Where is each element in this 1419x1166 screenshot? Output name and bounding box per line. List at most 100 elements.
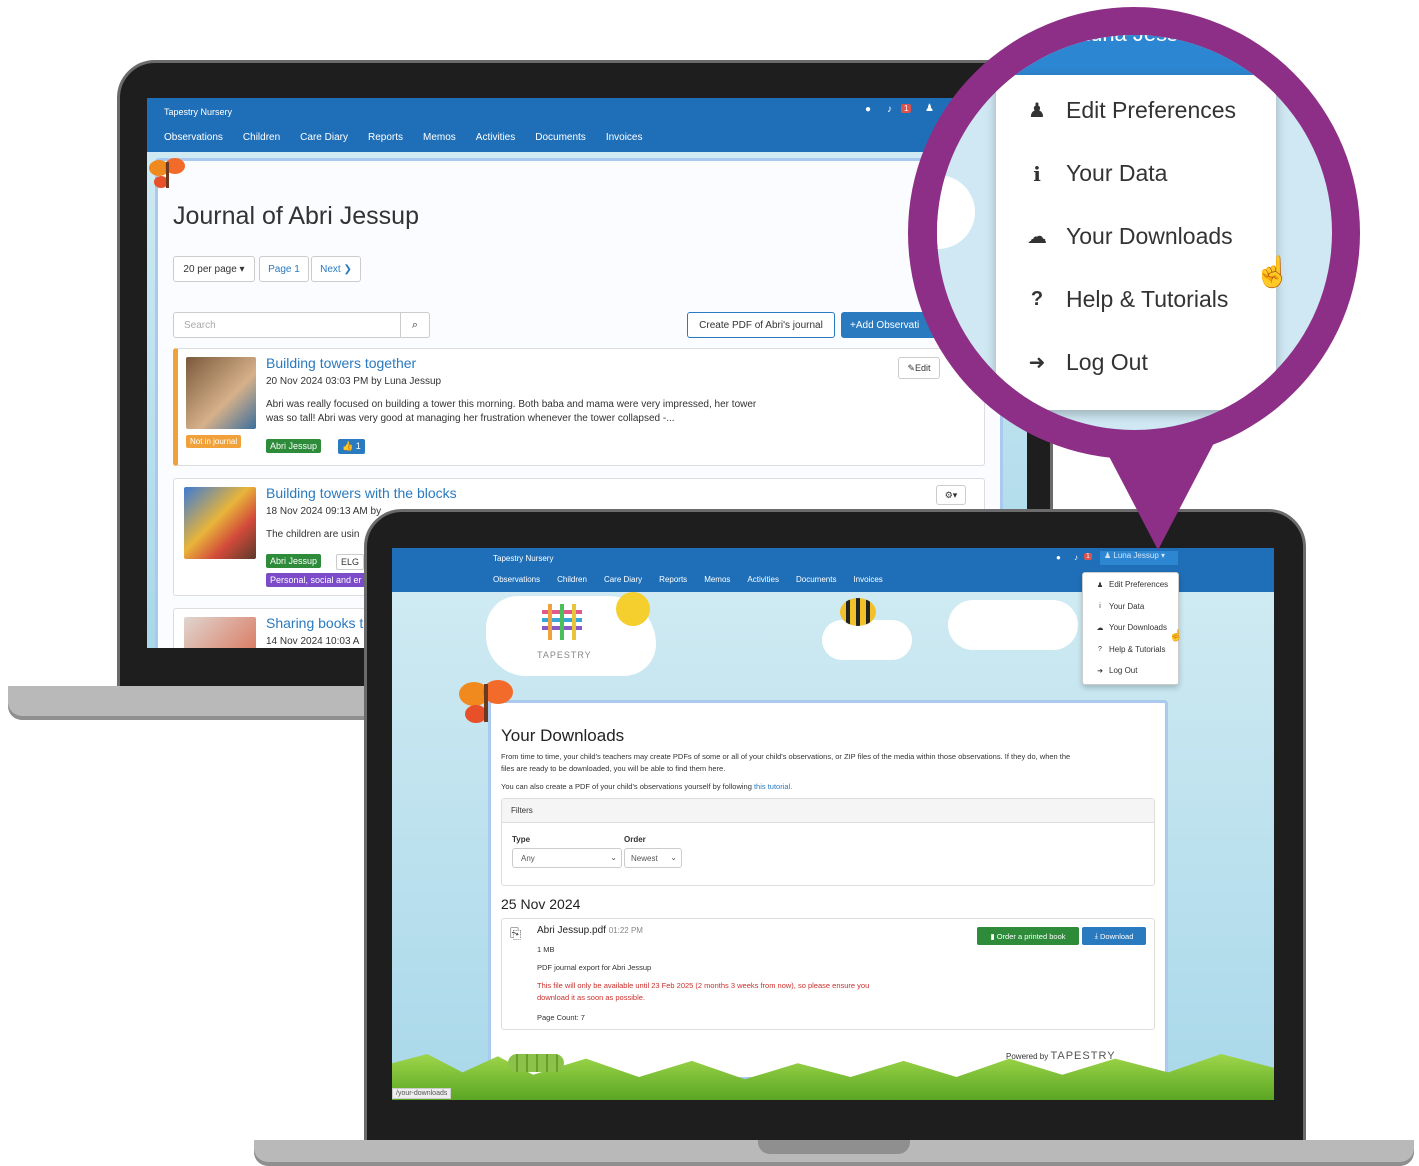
edit-button[interactable]: ✎ Edit [898,357,940,379]
elg-tag[interactable]: ELG [336,554,365,570]
zoom-menu-edit-preferences[interactable]: ♟ Edit Preferences [1022,97,1236,124]
nav-reports[interactable]: Reports [368,132,403,143]
nav-memos-front[interactable]: Memos [704,575,730,584]
nav-invoices[interactable]: Invoices [606,132,643,143]
page-1-button[interactable]: Page 1 [259,256,309,282]
menu-your-downloads[interactable]: ☁ Your Downloads [1095,623,1167,632]
next-label: Next [320,263,341,275]
zoom-menu-help-tutorials[interactable]: ? Help & Tutorials [1022,286,1228,313]
nav-memos[interactable]: Memos [423,132,456,143]
menu-edit-preferences[interactable]: ♟ Edit Preferences [1095,580,1168,589]
observation-card-1[interactable]: Not in journal Building towers together … [173,348,985,466]
nav-documents[interactable]: Documents [535,132,586,143]
gear-icon: ⚙▾ [944,489,958,500]
chevron-down-icon: ⌄ [670,853,677,862]
nav-care-diary[interactable]: Care Diary [300,132,348,143]
nav-observations[interactable]: Observations [164,132,223,143]
zoom-user-name: Luna Jess [1078,35,1178,46]
zoom-your-downloads-label: Your Downloads [1066,223,1233,249]
zoom-menu: ♟ Edit Preferences i Your Data ☁ Your Downl… [996,75,1291,410]
observation-photo-1 [186,357,256,429]
filters-label: Filters [511,806,533,815]
order-select[interactable]: Newest ⌄ [624,848,682,868]
brand-name: Tapestry Nursery [164,107,233,117]
not-in-journal-badge: Not in journal [186,435,242,448]
nav-reports-front[interactable]: Reports [659,575,687,584]
likes-badge[interactable]: 👍 1 [338,439,365,454]
observation-title-2[interactable]: Building towers with the blocks [266,485,457,501]
search-button[interactable]: ⌕ [400,312,430,338]
observation-text-1b: was so tall! Abri was very good at manag… [266,413,675,424]
zoom-log-out-label: Log Out [1066,349,1148,375]
tapestry-small-logo: TAPESTRY [1050,1050,1116,1062]
caterpillar-icon [508,1054,564,1072]
area-tag[interactable]: Personal, social and er [266,573,366,587]
sun-icon [616,592,650,626]
bell-icon-front[interactable]: ♪ [1074,553,1078,562]
per-page-label: 20 per page [183,263,237,275]
nav-documents-front[interactable]: Documents [796,575,836,584]
user-menu-toggle[interactable]: ♟ Luna Jessup ▾ [1100,551,1178,565]
child-tag-2[interactable]: Abri Jessup [266,554,322,568]
per-page-dropdown[interactable]: 20 per page ▾ [173,256,255,282]
filters-header: Filters [502,799,1154,823]
file-time: 01:22 PM [608,926,643,935]
download-button[interactable]: ⤓ Download [1082,927,1146,945]
chat-icon-front[interactable]: ● [1056,553,1061,562]
download-item: ⎘ Abri Jessup.pdf 01:22 PM 1 MB PDF jour… [501,918,1155,1030]
page-label: Page 1 [268,263,300,275]
settings-button[interactable]: ⚙▾ [936,485,966,505]
search-input[interactable]: Search [173,312,401,338]
front-nav: Observations Children Care Diary Reports… [493,575,900,584]
page-title: Journal of Abri Jessup [173,202,419,230]
file-name: Abri Jessup.pdf 01:22 PM [537,925,643,936]
child-tag-1[interactable]: Abri Jessup [266,439,322,453]
downloads-intro-1: From time to time, your child's teachers… [501,752,1071,761]
zoom-menu-your-data[interactable]: i Your Data [1022,160,1167,187]
menu-log-out[interactable]: ➜ Log Out [1095,666,1137,675]
type-select[interactable]: Any ⌄ [512,848,622,868]
bell-icon[interactable]: ♪ [887,104,892,115]
observation-title-3[interactable]: Sharing books t [266,615,363,631]
type-value: Any [521,854,535,863]
zoom-menu-your-downloads[interactable]: ☁ Your Downloads [1022,223,1233,250]
back-topbar: Tapestry Nursery Observations Children C… [147,98,1027,152]
chat-icon[interactable]: ● [865,104,871,115]
chevron-down-icon: ⌄ [610,853,617,862]
expiry-warning-1: This file will only be available until 2… [537,981,870,990]
zoom-edit-preferences-label: Edit Preferences [1066,97,1237,123]
page-count: Page Count: 7 [537,1013,585,1022]
observation-meta-3: 14 Nov 2024 10:03 A [266,636,360,647]
nav-observations-front[interactable]: Observations [493,575,540,584]
type-label: Type [512,835,531,844]
status-bar-url: /your-downloads [392,1088,452,1099]
zoom-menu-log-out[interactable]: ➜ Log Out [1022,349,1148,376]
tutorial-link[interactable]: this tutorial. [754,782,792,791]
zoom-user-toggle[interactable]: ♟ Luna Jess [1052,35,1178,47]
powered-by: Powered by TAPESTRY [1006,1050,1116,1062]
cloud-download-icon: ☁ [1027,226,1047,248]
zoom-bubble-content: ♟ Luna Jess ♟ Edit Preferences i Your Data… [937,35,1332,430]
observation-title-1[interactable]: Building towers together [266,355,416,371]
user-name: Luna Jessup [1113,551,1159,560]
next-page-button[interactable]: Next ❯ [311,256,361,282]
user-icon[interactable]: ♟ [925,103,934,114]
nav-children[interactable]: Children [243,132,280,143]
butterfly-icon-front [456,676,516,730]
zoom-cloud [937,175,975,249]
create-pdf-button[interactable]: Create PDF of Abri's journal [687,312,835,338]
nav-invoices-front[interactable]: Invoices [853,575,882,584]
nav-care-diary-front[interactable]: Care Diary [604,575,642,584]
menu-edit-preferences-label: Edit Preferences [1109,580,1169,589]
nav-children-front[interactable]: Children [557,575,587,584]
hand-cursor-icon: ☝ [1169,630,1183,642]
file-description: PDF journal export for Abri Jessup [537,963,652,972]
order-book-button[interactable]: ▮ Order a printed book [977,927,1079,945]
nav-activities[interactable]: Activities [476,132,515,143]
menu-your-data[interactable]: i Your Data [1095,602,1144,611]
question-icon: ? [1098,646,1102,653]
tapestry-logo-icon [538,604,586,644]
logout-icon: ➜ [1097,667,1103,675]
nav-activities-front[interactable]: Activities [747,575,779,584]
menu-help-tutorials[interactable]: ? Help & Tutorials [1095,645,1165,654]
